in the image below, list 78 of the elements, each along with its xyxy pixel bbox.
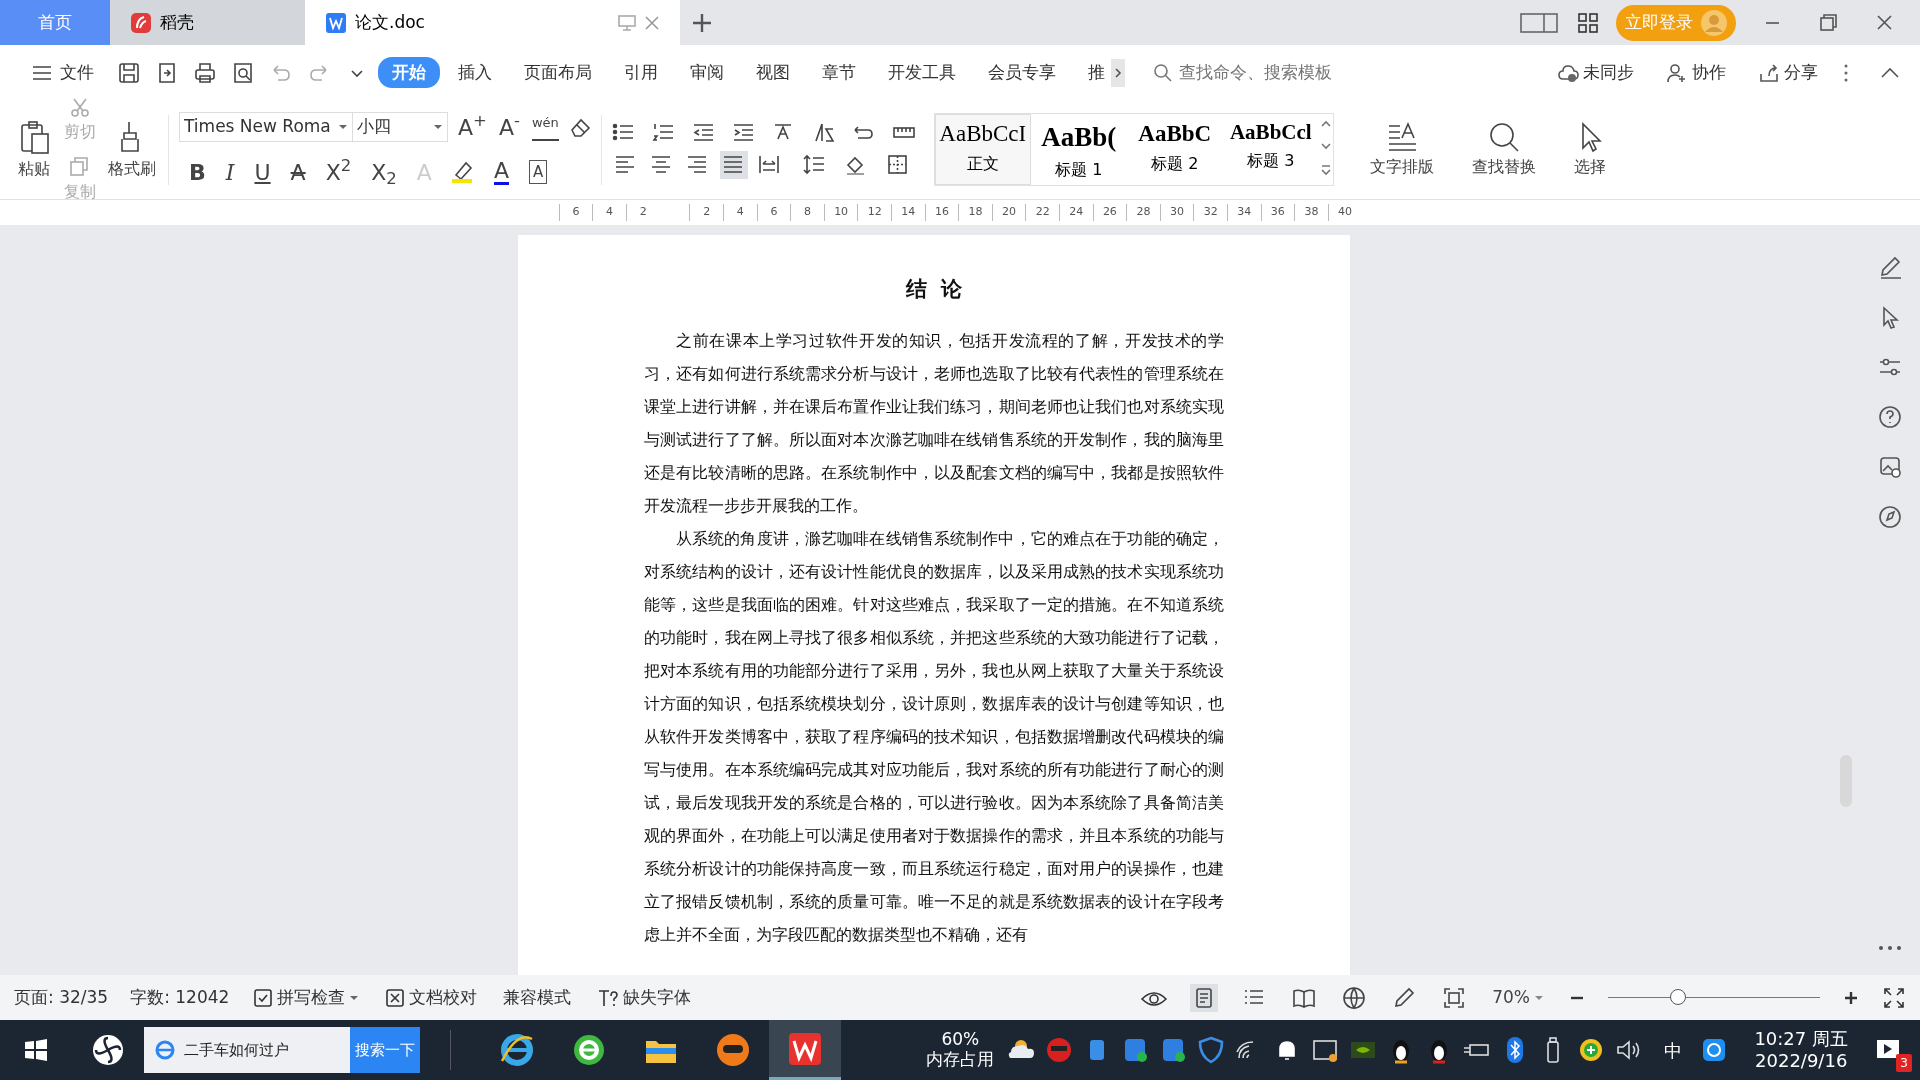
status-button[interactable]: 拼写检查	[251, 982, 362, 1013]
font-size-dropdown[interactable]: 小四	[352, 112, 448, 142]
ruler-number: 22	[1025, 204, 1059, 221]
document-paragraph: 从系统的角度讲，滁艺咖啡在线销售系统制作中，它的难点在于功能的确定，对系统结构的设计，还有设计性能优良的数据库，以及采用成熟的技术实现系统功能等，这些是我面临的困难。针对这些难点，我采取了一定的措施。在不知道系统的功能时，我在网上寻找了很多相似系统，并把这些系统的大致功能进行了记载，把对本系统有用的功能部分进行了采用，另外，我也从网上获取了大量关于系统设计方面的知识，包括系统模块划分，设计原则，数据库表的设计与创建等知识，也从软件开发类博客中，获取了程序编码的技术知识，包括数据增删改代码模块的编写与使用。在本系统编码完成其对应功能后，我对系统的所有功能进行了耐心的测试，最后发现我开发的系统是合格的，可以进行验收。因为本系统除了具备简洁美观的界面外，在功能上可以满足使用者对于数据操作的需求，并且本系统的功能与系统分析设计的功能保持高度一致，而且系统运行稳定，面对用户的误操作，也建立了报错反馈机制，系统的质量可靠。唯一不足的就是系统数据表的设计在字段考虑上并不全面，为字段匹配的数据类型也不精确，还有	[644, 528, 1224, 947]
ribbon-tab[interactable]: 会员专享	[974, 56, 1070, 89]
ruler-number: 38	[1294, 204, 1328, 221]
ruler-number: 36	[1260, 204, 1295, 221]
font-name-dropdown[interactable]: Times New Roma	[179, 112, 353, 142]
ribbon-tab[interactable]: 插入	[444, 56, 506, 89]
ruler-number: 16	[924, 204, 959, 221]
status-button[interactable]: 文档校对	[383, 982, 480, 1013]
memory-label: 内存占用	[926, 1050, 995, 1070]
ribbon-tab[interactable]: 开发工具	[874, 56, 970, 89]
clock-time: 10:27 周五	[1754, 1028, 1848, 1050]
ruler-number: 18	[958, 204, 992, 221]
document-heading: 结 论	[904, 277, 964, 303]
toolbar-button[interactable]: B	[187, 153, 208, 191]
ruler-number: 14	[891, 204, 925, 221]
toolbar-button[interactable]: A	[526, 157, 550, 187]
ribbon-tab[interactable]: 视图	[742, 56, 804, 89]
ruler-number: 24	[1059, 204, 1093, 221]
ruler-number: 4	[723, 204, 757, 221]
input-method-indicator[interactable]: 中	[1664, 1036, 1683, 1064]
document-tab[interactable]: 稻壳	[110, 0, 305, 45]
ruler-number: 26	[1092, 204, 1127, 221]
file-menu[interactable]: 文件	[18, 56, 108, 89]
ruler-number: 6	[756, 204, 791, 221]
ruler-number: 10	[823, 204, 858, 221]
ruler-number: 2	[689, 204, 724, 221]
toolbar-button[interactable]: X$_{2}$	[369, 153, 399, 191]
toolbar-button[interactable]: X$^{2}$	[323, 153, 354, 191]
ruler-number: 28	[1126, 204, 1160, 221]
style-option[interactable]: AaBbC 标题 2	[1126, 114, 1223, 185]
ribbon-tab[interactable]: 章节	[808, 56, 870, 89]
toolbar-button[interactable]: 选择	[1571, 118, 1608, 181]
toolbar-button[interactable]: A	[491, 157, 511, 187]
zoom-dropdown[interactable]: 70%	[1490, 982, 1546, 1013]
status-button[interactable]: 缺失字体	[595, 982, 694, 1013]
ruler-number: 6	[558, 204, 593, 221]
style-option[interactable]: AaBbCcl 标题 3	[1222, 114, 1319, 185]
ruler-number: 34	[1226, 204, 1261, 221]
toolbar-button[interactable]: 协作	[1652, 56, 1740, 89]
toolbar-button[interactable]: A	[288, 153, 308, 191]
ruler-number: 2	[625, 204, 660, 221]
ribbon-tab[interactable]: 审阅	[676, 56, 738, 89]
style-option[interactable]: AaBb( 标题 1	[1030, 114, 1127, 185]
ruler-number: 32	[1193, 204, 1227, 221]
toolbar-button[interactable]: A$^{-}$	[496, 108, 522, 146]
toolbar-button[interactable]: 文字排版	[1367, 118, 1436, 181]
toolbar-button[interactable]: 粘贴	[14, 116, 54, 183]
toolbar-button[interactable]: A$^{+}$	[456, 108, 489, 146]
taskbar-search-field[interactable]: 二手车如何过户	[144, 1027, 350, 1073]
clock-date: 2022/9/16	[1755, 1050, 1848, 1072]
toolbar-button[interactable]: wén	[529, 111, 561, 143]
toolbar-button[interactable]: U	[252, 153, 273, 191]
memory-percent: 60%	[941, 1030, 980, 1050]
ruler-number: 30	[1159, 204, 1194, 221]
document-tab[interactable]: 论文.doc	[305, 0, 680, 45]
page-counter: 页面: 32/35	[14, 985, 109, 1009]
ruler-number: 40	[1327, 204, 1362, 221]
word-count: 字数: 12042	[130, 985, 230, 1009]
ruler-number: 12	[857, 204, 891, 221]
style-option[interactable]: AaBbCcI 正文	[934, 114, 1031, 185]
notification-count: 3	[1896, 1054, 1912, 1072]
toolbar-button[interactable]: I	[223, 153, 237, 191]
ribbon-tab[interactable]: 引用	[610, 56, 672, 89]
ribbon-tab[interactable]: 页面布局	[510, 56, 606, 89]
document-paragraph: 之前在课本上学习过软件开发的知识，包括开发流程的了解，开发技术的学习，还有如何进行系统需求分析与设计，老师也选取了比较有代表性的管理系统在课堂上进行讲解，并在课后布置作业让我们练习，期间老师也让我们也对系统实现与测试进行了了解。所以面对本次滁艺咖啡在线销售系统的开发制作，我的脑海里还是有比较清晰的思路。在系统制作中，以及配套文档的编写中，我都是按照软件开发流程一步步开展我的工作。	[644, 330, 1224, 518]
toolbar-button[interactable]: 格式刷	[106, 116, 158, 183]
toolbar-button[interactable]: 查找替换	[1469, 118, 1538, 181]
toolbar-button[interactable]: 未同步	[1543, 56, 1648, 89]
ruler-number: 20	[991, 204, 1026, 221]
toolbar-button[interactable]: 分享	[1744, 56, 1832, 89]
ruler-number: 4	[592, 204, 626, 221]
search-button[interactable]: 搜索一下	[350, 1027, 420, 1073]
ruler-number: 8	[790, 204, 824, 221]
ribbon-tab[interactable]: 推	[1074, 56, 1107, 89]
status-button[interactable]: 兼容模式	[501, 982, 574, 1013]
